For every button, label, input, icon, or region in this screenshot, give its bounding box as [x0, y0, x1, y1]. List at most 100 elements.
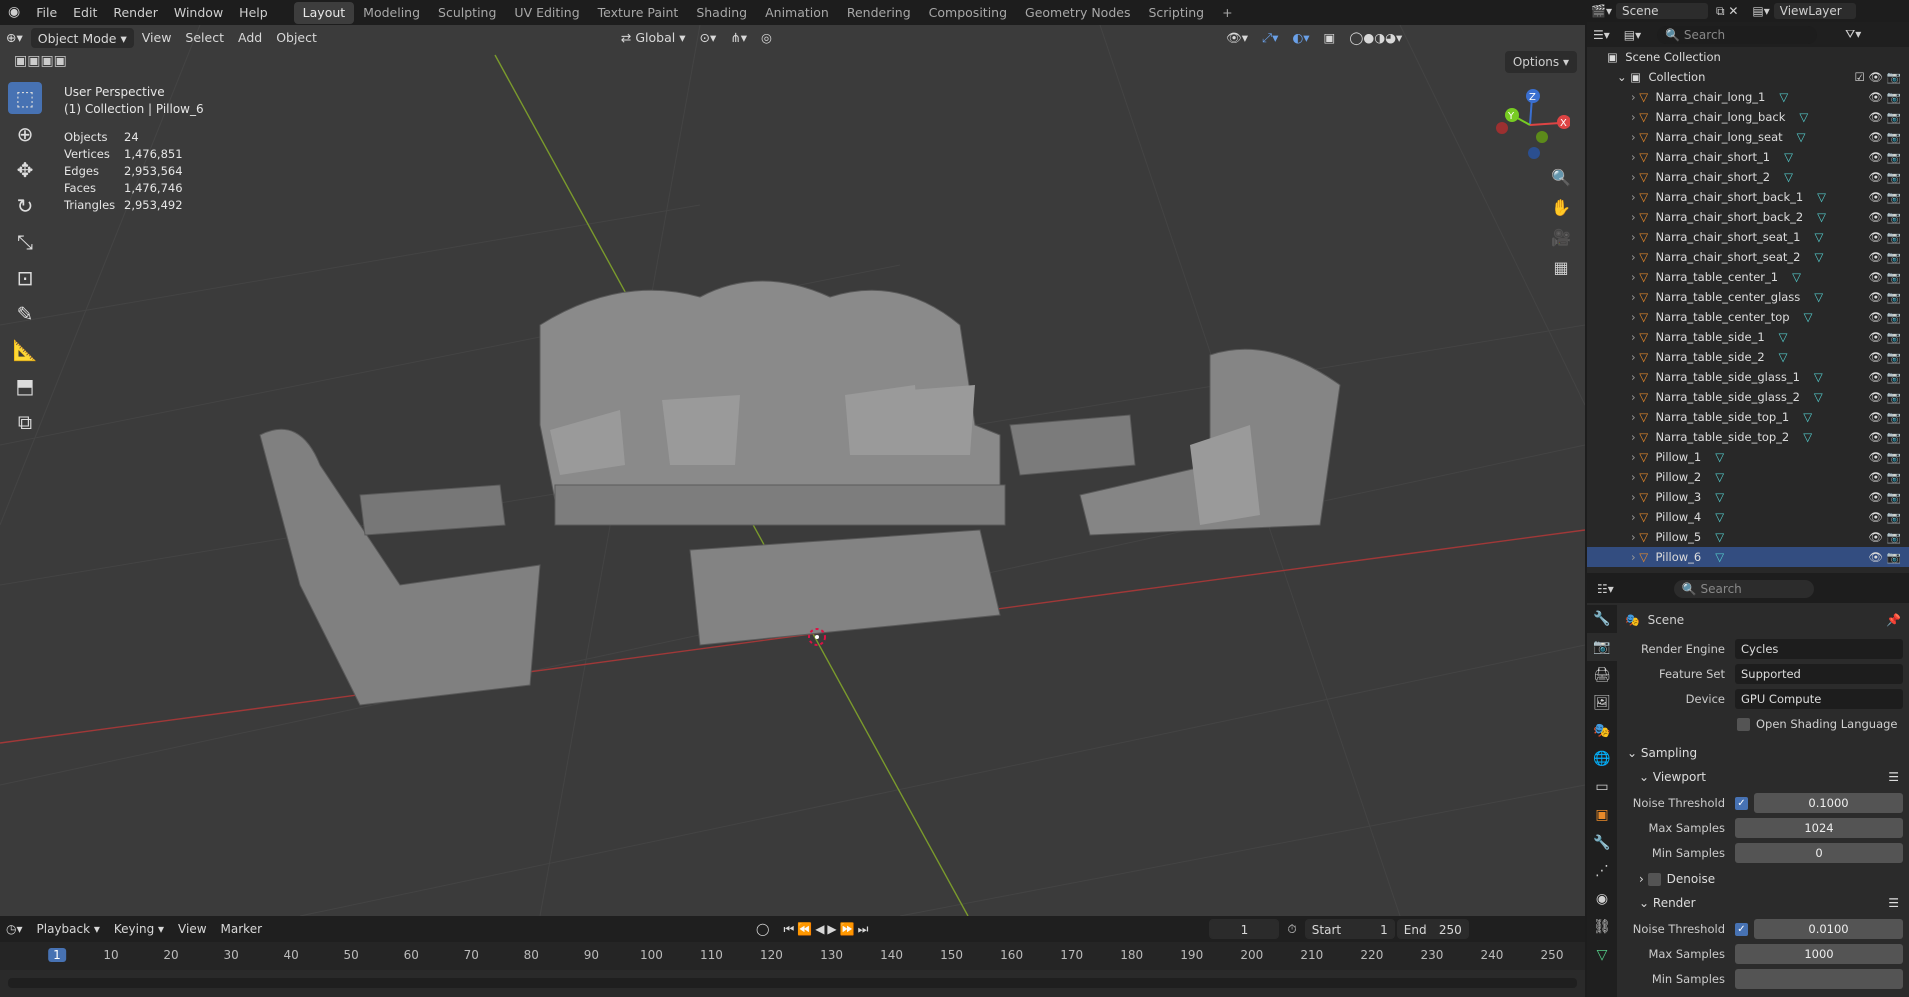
collection-toggles[interactable]: ☑ 👁 📷 [1854, 70, 1901, 84]
scene-icon[interactable]: 🎬▾ [1591, 4, 1612, 18]
add-primitive-tool-icon[interactable]: ⧉ [8, 406, 42, 438]
add-menu[interactable]: Add [232, 28, 268, 48]
outliner-item[interactable]: › ▽ Narra_chair_short_back_1 ▽ 👁 📷 [1587, 187, 1909, 207]
visibility-toggles[interactable]: 👁 📷 [1868, 290, 1901, 304]
marker-menu[interactable]: Marker [215, 919, 268, 939]
tab-animation[interactable]: Animation [756, 2, 838, 24]
transform-tool-icon[interactable]: ⊡ [8, 262, 42, 294]
options-button[interactable]: Options ▾ [1504, 51, 1577, 73]
record-icon[interactable]: ◯ [750, 919, 775, 939]
menu-edit[interactable]: Edit [65, 0, 105, 25]
end-frame-field[interactable]: End 250 [1396, 919, 1469, 939]
start-frame-field[interactable]: Start 1 [1304, 919, 1395, 939]
chevron-right-icon[interactable]: › [1631, 430, 1636, 444]
scene-tab-icon[interactable]: 🎭 [1587, 717, 1617, 745]
vp-noise-checkbox[interactable]: ✓ [1735, 796, 1748, 810]
outliner-item[interactable]: › ▽ Narra_table_side_glass_1 ▽ 👁 📷 [1587, 367, 1909, 387]
3d-viewport[interactable]: ⊕▾ Object Mode ▾ View Select Add Object … [0, 25, 1585, 916]
visibility-toggles[interactable]: 👁 📷 [1868, 150, 1901, 164]
outliner-item[interactable]: › ▽ Narra_chair_long_1 ▽ 👁 📷 [1587, 87, 1909, 107]
ortho-grid-icon[interactable]: ▦ [1548, 255, 1574, 281]
chevron-right-icon[interactable]: › [1631, 230, 1636, 244]
tab-rendering[interactable]: Rendering [838, 2, 920, 24]
chevron-right-icon[interactable]: › [1631, 250, 1636, 264]
playback-menu[interactable]: Playback ▾ [31, 919, 106, 939]
display-mode-icon[interactable]: ▤▾ [1624, 28, 1641, 42]
visibility-toggles[interactable]: 👁 📷 [1868, 190, 1901, 204]
snap-icon[interactable]: ⋔▾ [724, 28, 753, 48]
modifier-tab-icon[interactable]: 🔧 [1587, 829, 1617, 857]
visibility-toggles[interactable]: 👁 📷 [1868, 350, 1901, 364]
r-min-samples-field[interactable] [1735, 969, 1903, 989]
outliner-item[interactable]: › ▽ Narra_chair_short_seat_1 ▽ 👁 📷 [1587, 227, 1909, 247]
chevron-right-icon[interactable]: › [1631, 450, 1636, 464]
scale-tool-icon[interactable]: ⤡ [8, 226, 42, 258]
r-max-samples-field[interactable]: 1000 [1735, 944, 1903, 964]
tab-layout[interactable]: Layout [293, 2, 355, 24]
editor-type-icon[interactable]: ⊕▾ [0, 28, 29, 48]
tab-shading[interactable]: Shading [687, 2, 756, 24]
chevron-right-icon[interactable]: › [1631, 410, 1636, 424]
chevron-right-icon[interactable]: › [1631, 350, 1636, 364]
sampling-panel-header[interactable]: ⌄ Sampling [1617, 741, 1909, 765]
navigation-gizmo[interactable]: Z X Y [1490, 85, 1570, 165]
chevron-down-icon[interactable]: ⌄ [1617, 70, 1627, 84]
timeline-view-menu[interactable]: View [172, 919, 212, 939]
outliner-item[interactable]: › ▽ Narra_chair_long_back ▽ 👁 📷 [1587, 107, 1909, 127]
collection-row[interactable]: ⌄ ▣ Collection ☑ 👁 📷 [1587, 67, 1909, 87]
view-menu[interactable]: View [136, 28, 178, 48]
world-tab-icon[interactable]: 🌐 [1587, 745, 1617, 773]
visibility-toggles[interactable]: 👁 📷 [1868, 210, 1901, 224]
frame-ruler[interactable]: 1 10 20 30 40 50 60 70 80 90 100 110 120 130 140 150 160… [0, 942, 1585, 970]
chevron-right-icon[interactable]: › [1631, 370, 1636, 384]
view-layer-tab-icon[interactable]: 🖼 [1587, 689, 1617, 717]
timeline-editor-icon[interactable]: ◷▾ [0, 919, 29, 939]
outliner-item[interactable]: › ▽ Narra_table_center_top ▽ 👁 📷 [1587, 307, 1909, 327]
osl-checkbox[interactable] [1737, 717, 1750, 731]
visibility-toggles[interactable]: 👁 📷 [1868, 90, 1901, 104]
add-cube-tool-icon[interactable]: ⬒ [8, 370, 42, 402]
chevron-right-icon[interactable]: › [1631, 190, 1636, 204]
menu-window[interactable]: Window [166, 0, 231, 25]
visibility-toggles[interactable]: 👁 📷 [1868, 250, 1901, 264]
object-tab-icon[interactable]: ▣ [1587, 801, 1617, 829]
filter-icon[interactable]: ⛛▾ [1845, 27, 1861, 42]
vp-noise-field[interactable]: 0.1000 [1754, 793, 1903, 813]
stopwatch-icon[interactable]: ⏱ [1281, 919, 1302, 939]
outliner-item[interactable]: › ▽ Narra_table_side_2 ▽ 👁 📷 [1587, 347, 1909, 367]
tab-texture-paint[interactable]: Texture Paint [589, 2, 688, 24]
scene-actions-icon[interactable]: ⧉ ✕ [1716, 4, 1738, 19]
visibility-toggles[interactable]: 👁 📷 [1868, 450, 1901, 464]
select-menu[interactable]: Select [179, 28, 230, 48]
add-workspace-icon[interactable]: + [1213, 2, 1241, 24]
particles-tab-icon[interactable]: ⋰ [1587, 857, 1617, 885]
shading-modes-icon[interactable]: ◯●◑◕▾ [1343, 28, 1408, 48]
render-engine-select[interactable]: Cycles [1735, 639, 1903, 659]
xray-icon[interactable]: ▣ [1318, 28, 1342, 48]
presets-list-icon[interactable]: ☰ [1888, 896, 1899, 910]
tool-tab-icon[interactable]: 🔧 [1587, 605, 1617, 633]
menu-help[interactable]: Help [231, 0, 276, 25]
chevron-right-icon[interactable]: › [1631, 390, 1636, 404]
object-menu[interactable]: Object [270, 28, 323, 48]
tab-geometry-nodes[interactable]: Geometry Nodes [1016, 2, 1139, 24]
feature-set-select[interactable]: Supported [1735, 664, 1903, 684]
current-frame-field[interactable]: 1 [1209, 919, 1280, 939]
visibility-toggles[interactable]: 👁 📷 [1868, 370, 1901, 384]
chevron-right-icon[interactable]: › [1631, 170, 1636, 184]
measure-tool-icon[interactable]: 📐 [8, 334, 42, 366]
chevron-right-icon[interactable]: › [1631, 490, 1636, 504]
outliner-item[interactable]: › ▽ Narra_table_center_1 ▽ 👁 📷 [1587, 267, 1909, 287]
visibility-toggles[interactable]: 👁 📷 [1868, 170, 1901, 184]
visibility-toggles[interactable]: 👁 📷 [1868, 470, 1901, 484]
outliner-item[interactable]: › ▽ Narra_chair_short_back_2 ▽ 👁 📷 [1587, 207, 1909, 227]
view-layer-icon[interactable]: ▤▾ [1752, 4, 1769, 18]
annotate-tool-icon[interactable]: ✎ [8, 298, 42, 330]
outliner-item[interactable]: › ▽ Pillow_6 ▽ 👁 📷 [1587, 547, 1909, 567]
outliner-item[interactable]: › ▽ Narra_chair_short_2 ▽ 👁 📷 [1587, 167, 1909, 187]
outliner-item[interactable]: › ▽ Narra_table_center_glass ▽ 👁 📷 [1587, 287, 1909, 307]
chevron-right-icon[interactable]: › [1631, 470, 1636, 484]
tab-uv-editing[interactable]: UV Editing [505, 2, 588, 24]
chevron-right-icon[interactable]: › [1631, 550, 1636, 564]
constraints-tab-icon[interactable]: ⛓ [1587, 913, 1617, 941]
